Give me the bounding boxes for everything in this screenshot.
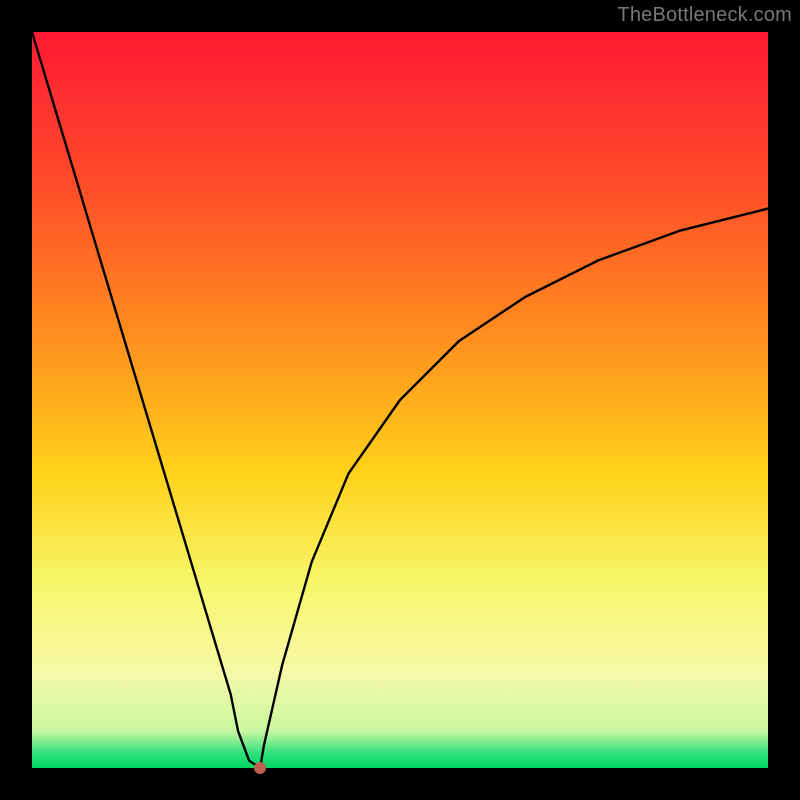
optimum-marker	[254, 762, 266, 774]
bottleneck-curve	[32, 32, 768, 768]
watermark-text: TheBottleneck.com	[617, 4, 792, 27]
curve-path	[32, 32, 768, 768]
plot-area	[32, 32, 768, 768]
chart-frame: TheBottleneck.com	[0, 0, 800, 800]
